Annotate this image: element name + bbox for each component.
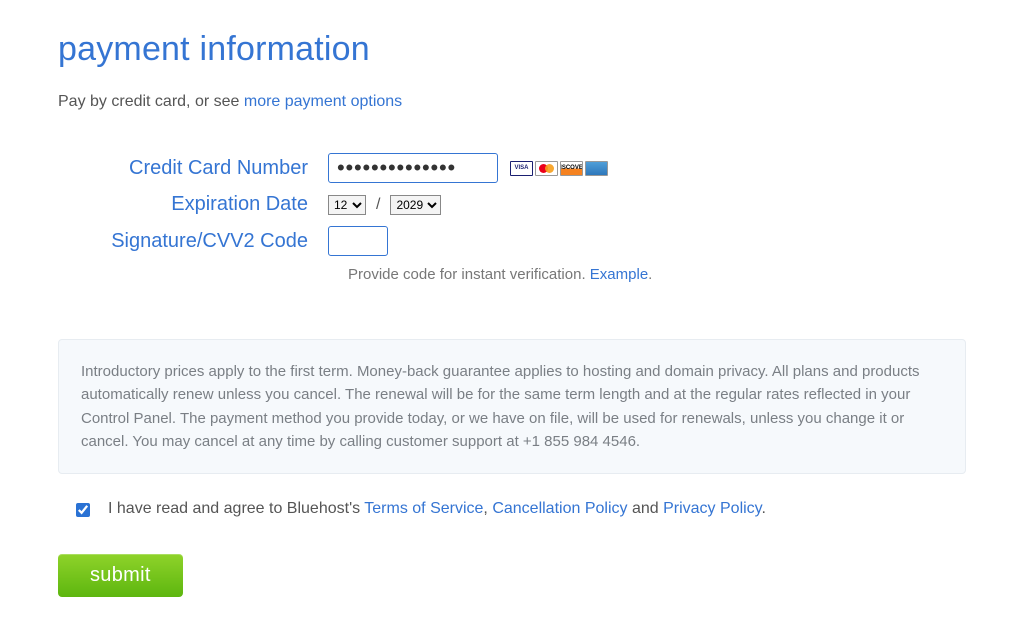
agree-checkbox[interactable] [76, 503, 90, 517]
field-card-number: VISA DISCOVER [328, 153, 608, 183]
agree-text: I have read and agree to Bluehost's Term… [108, 500, 766, 518]
intro-prefix: Pay by credit card, or see [58, 93, 244, 110]
label-expiration: Expiration Date [58, 193, 328, 216]
amex-icon [585, 161, 608, 176]
exp-month-select[interactable]: 12 [328, 195, 366, 215]
tos-link[interactable]: Terms of Service [364, 500, 483, 517]
label-card-number: Credit Card Number [58, 157, 328, 180]
agreement-row: I have read and agree to Bluehost's Term… [58, 500, 966, 518]
cvv-input[interactable] [328, 226, 388, 256]
row-cvv: Signature/CVV2 Code [58, 226, 966, 256]
discover-icon: DISCOVER [560, 161, 583, 176]
cancellation-policy-link[interactable]: Cancellation Policy [492, 500, 627, 517]
cvv-hint: Provide code for instant verification. E… [348, 266, 966, 283]
submit-button[interactable]: submit [58, 554, 183, 597]
row-card-number: Credit Card Number VISA DISCOVER [58, 153, 966, 183]
cvv-hint-suffix: . [648, 266, 652, 283]
agree-sep1: , [483, 500, 492, 517]
label-cvv: Signature/CVV2 Code [58, 230, 328, 253]
field-cvv [328, 226, 388, 256]
privacy-policy-link[interactable]: Privacy Policy [663, 500, 761, 517]
visa-icon: VISA [510, 161, 533, 176]
renewal-notice: Introductory prices apply to the first t… [58, 339, 966, 474]
page-title: payment information [58, 30, 966, 69]
field-expiration: 12 / 2029 [328, 195, 441, 215]
intro-text: Pay by credit card, or see more payment … [58, 93, 966, 111]
card-brand-icons: VISA DISCOVER [510, 161, 608, 176]
mastercard-icon [535, 161, 558, 176]
cvv-hint-prefix: Provide code for instant verification. [348, 266, 590, 283]
exp-year-select[interactable]: 2029 [390, 195, 441, 215]
card-number-input[interactable] [328, 153, 498, 183]
agree-sep2: and [628, 500, 664, 517]
agree-suffix: . [761, 500, 765, 517]
cvv-example-link[interactable]: Example [590, 266, 648, 283]
row-expiration: Expiration Date 12 / 2029 [58, 193, 966, 216]
more-payment-options-link[interactable]: more payment options [244, 93, 402, 110]
agree-prefix: I have read and agree to Bluehost's [108, 500, 364, 517]
date-separator: / [376, 196, 380, 214]
